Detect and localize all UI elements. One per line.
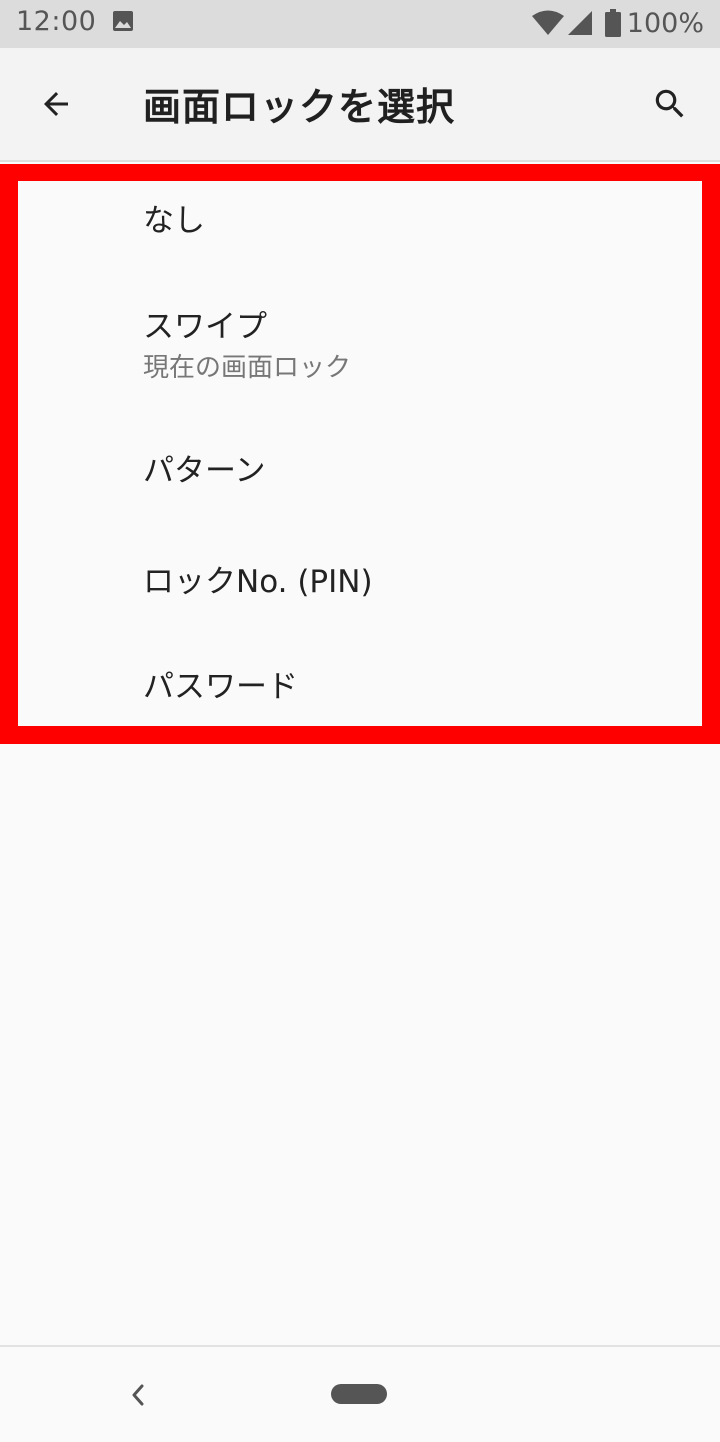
option-label: なし (143, 203, 205, 239)
signal-icon (567, 11, 592, 35)
arrow-left-icon (44, 92, 68, 116)
option-none[interactable]: なし (18, 181, 702, 271)
option-label: スワイプ (143, 309, 267, 345)
status-time: 12:00 (16, 6, 97, 37)
page-title: 画面ロックを選択 (143, 85, 456, 129)
wifi-icon (531, 10, 564, 35)
option-label: ロックNo. (PIN) (143, 564, 373, 600)
option-pin[interactable]: ロックNo. (PIN) (18, 521, 702, 626)
option-swipe[interactable]: スワイプ 現在の画面ロック (18, 271, 702, 411)
back-button[interactable] (28, 76, 84, 132)
option-password[interactable]: パスワード (18, 626, 702, 726)
app-bar: 画面ロックを選択 (0, 48, 720, 162)
option-sublabel: 現在の画面ロック (143, 353, 352, 383)
search-icon (655, 89, 684, 118)
battery-percentage: 100% (626, 7, 704, 39)
chevron-left-icon (132, 1384, 144, 1406)
photo-icon (113, 11, 133, 31)
option-pattern[interactable]: パターン (18, 411, 702, 521)
status-bar: 12:00 100% (0, 0, 720, 48)
home-pill-icon[interactable] (331, 1384, 387, 1404)
battery-icon (604, 9, 621, 37)
option-label: パスワード (143, 669, 298, 705)
nav-back-button[interactable] (118, 1375, 158, 1415)
status-indicators: 100% (531, 6, 704, 40)
navigation-bar (0, 1345, 720, 1442)
option-label: パターン (143, 453, 266, 489)
lock-option-list: なし スワイプ 現在の画面ロック パターン ロックNo. (PIN) パスワード (18, 181, 702, 726)
search-button[interactable] (642, 76, 698, 132)
